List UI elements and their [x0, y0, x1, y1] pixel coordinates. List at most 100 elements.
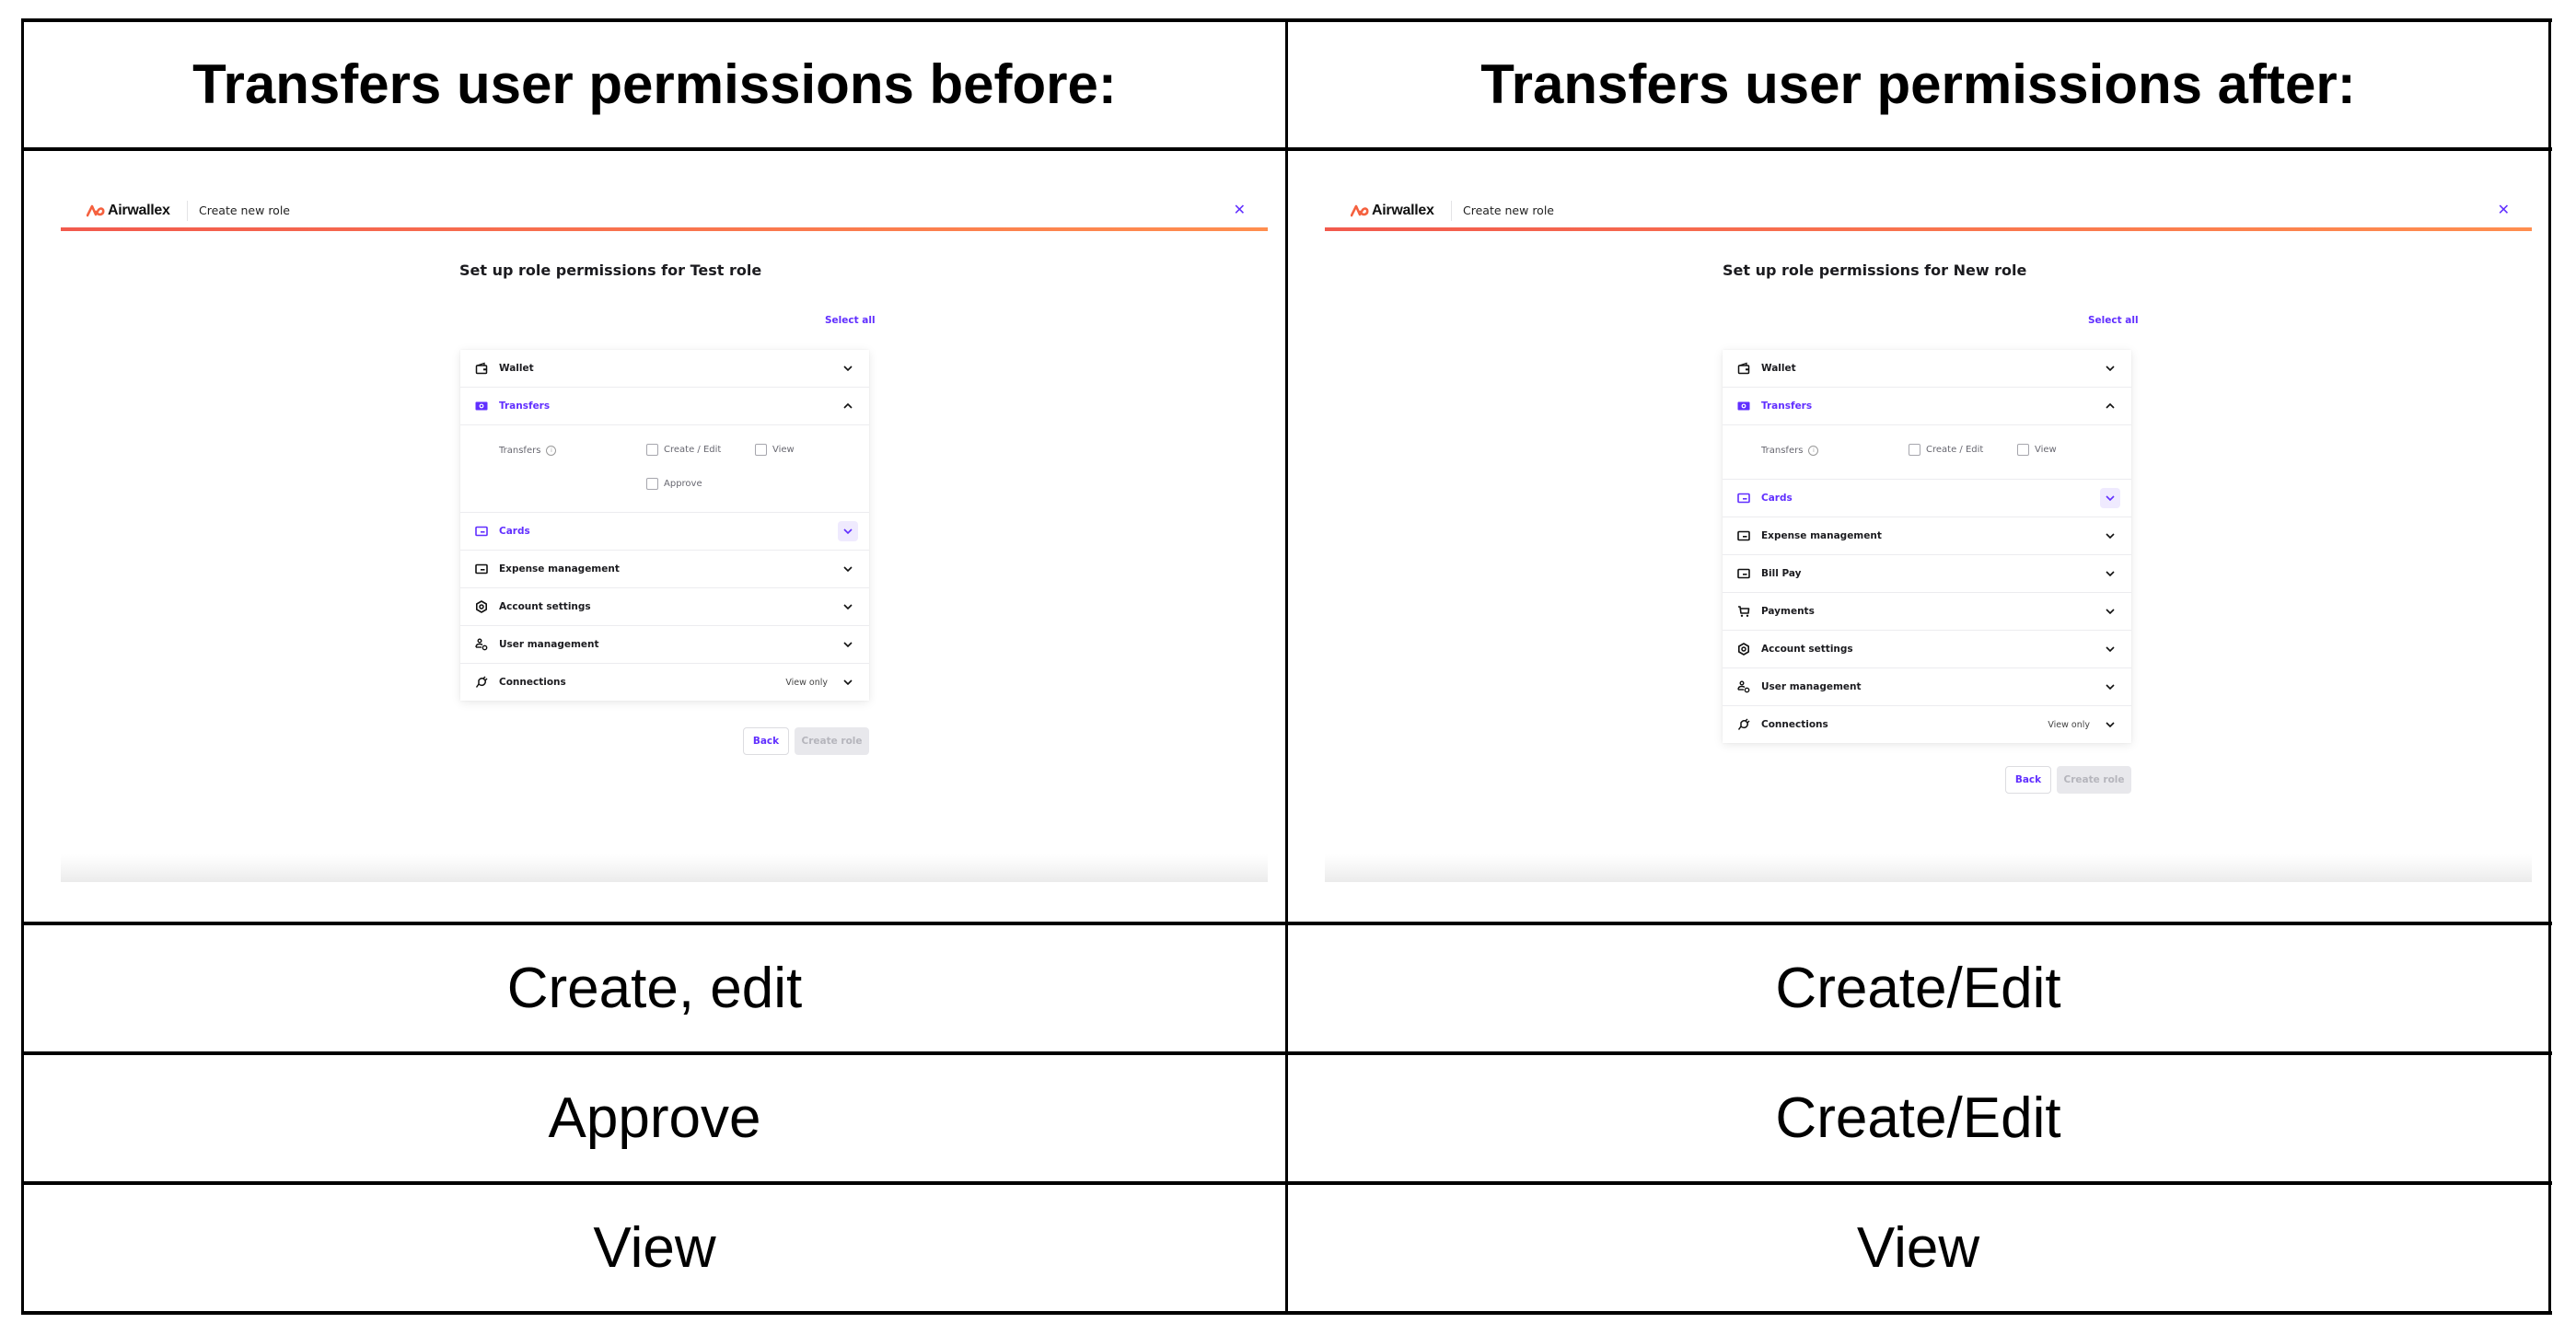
section-user-management[interactable]: User management — [1723, 668, 2131, 706]
chevron-down-icon[interactable] — [2100, 358, 2120, 378]
info-icon[interactable]: i — [546, 446, 557, 456]
chevron-down-icon[interactable] — [838, 521, 858, 541]
section-expense-management[interactable]: Expense management — [460, 551, 869, 588]
checkbox-create-edit[interactable]: Create / Edit — [1909, 444, 1983, 456]
section-user-management[interactable]: User management — [460, 626, 869, 664]
before-row-2: Approve — [548, 1086, 761, 1150]
section-account-settings[interactable]: Account settings — [460, 588, 869, 626]
expense-icon — [1737, 529, 1750, 542]
chevron-down-icon[interactable] — [2100, 488, 2120, 508]
checkbox-box[interactable] — [755, 444, 767, 456]
plug-icon — [1737, 718, 1750, 731]
app-top-bar: Airwallex Create new role ✕ — [61, 193, 1268, 228]
section-label: Expense management — [1761, 530, 1882, 541]
user-management-icon — [1737, 680, 1750, 693]
airwallex-logo: Airwallex — [1351, 203, 1434, 219]
permission-label: Transfers i — [499, 446, 557, 456]
section-label: Wallet — [1761, 363, 1796, 374]
chevron-down-icon[interactable] — [2100, 526, 2120, 546]
chevron-up-icon[interactable] — [2100, 396, 2120, 416]
section-payments[interactable]: Payments — [1723, 593, 2131, 631]
checkbox-box[interactable] — [646, 444, 658, 456]
transfers-icon — [475, 400, 488, 412]
before-row-3: View — [593, 1216, 716, 1280]
page-title: Set up role permissions for New role — [1723, 261, 2027, 279]
brand-accent-line — [61, 227, 1268, 231]
checkbox-box[interactable] — [1909, 444, 1920, 456]
section-label: Connections — [1761, 719, 1828, 730]
create-role-button[interactable]: Create role — [2057, 766, 2131, 794]
chevron-down-icon[interactable] — [2100, 677, 2120, 697]
section-account-settings[interactable]: Account settings — [1723, 631, 2131, 668]
bar-title: Create new role — [1463, 203, 1554, 217]
permissions-card: Wallet Transfers Transfers i Create / Ed… — [1723, 350, 2131, 743]
chevron-down-icon[interactable] — [2100, 601, 2120, 621]
permission-label-text: Transfers — [1761, 446, 1804, 456]
table-border-right — [2548, 18, 2551, 1315]
plug-icon — [475, 676, 488, 689]
section-expense-management[interactable]: Expense management — [1723, 517, 2131, 555]
section-cards[interactable]: Cards — [1723, 480, 2131, 517]
section-connections[interactable]: Connections View only — [460, 664, 869, 701]
section-transfers[interactable]: Transfers — [1723, 388, 2131, 425]
permission-label: Transfers i — [1761, 446, 1819, 456]
checkbox-label: Create / Edit — [1926, 445, 1984, 455]
close-icon[interactable]: ✕ — [1234, 201, 1246, 218]
checkbox-label: View — [2035, 445, 2057, 455]
wallet-icon — [475, 362, 488, 375]
select-all-link[interactable]: Select all — [825, 315, 876, 326]
view-only-badge: View only — [785, 677, 828, 688]
chevron-down-icon[interactable] — [838, 634, 858, 655]
chevron-down-icon[interactable] — [838, 672, 858, 692]
after-row-1: Create/Edit — [1775, 957, 2061, 1020]
header-after: Transfers user permissions after: — [1480, 53, 2356, 115]
settings-gear-icon — [475, 600, 488, 613]
section-transfers[interactable]: Transfers — [460, 388, 869, 425]
create-role-button[interactable]: Create role — [795, 727, 869, 755]
checkbox-box[interactable] — [2017, 444, 2029, 456]
section-wallet[interactable]: Wallet — [460, 350, 869, 388]
page-title: Set up role permissions for Test role — [459, 261, 762, 279]
back-button[interactable]: Back — [743, 727, 789, 755]
chevron-down-icon[interactable] — [2100, 714, 2120, 735]
checkbox-box[interactable] — [646, 478, 658, 490]
back-button[interactable]: Back — [2005, 766, 2051, 794]
chevron-up-icon[interactable] — [838, 396, 858, 416]
chevron-down-icon[interactable] — [838, 597, 858, 617]
chevron-down-icon[interactable] — [838, 358, 858, 378]
checkbox-create-edit[interactable]: Create / Edit — [646, 444, 721, 456]
chevron-down-icon[interactable] — [838, 559, 858, 579]
brand-name: Airwallex — [108, 203, 170, 218]
section-label: User management — [499, 639, 599, 650]
chevron-down-icon[interactable] — [2100, 563, 2120, 584]
section-label: Connections — [499, 677, 566, 688]
cart-icon — [1737, 605, 1750, 618]
header-before: Transfers user permissions before: — [192, 53, 1117, 115]
app-window: Airwallex Create new role ✕ Set up role … — [1288, 153, 2548, 921]
page-bottom-shadow — [1325, 854, 2532, 882]
brand-accent-line — [1325, 227, 2532, 231]
wallet-icon — [1737, 362, 1750, 375]
checkbox-view[interactable]: View — [755, 444, 795, 456]
checkbox-label: Create / Edit — [664, 445, 722, 455]
select-all-link[interactable]: Select all — [2088, 315, 2139, 326]
checkbox-view[interactable]: View — [2017, 444, 2057, 456]
section-connections[interactable]: Connections View only — [1723, 706, 2131, 743]
checkbox-label: View — [772, 445, 795, 455]
section-bill-pay[interactable]: Bill Pay — [1723, 555, 2131, 593]
expense-icon — [475, 563, 488, 575]
section-cards[interactable]: Cards — [460, 513, 869, 551]
checkbox-approve[interactable]: Approve — [646, 478, 702, 490]
screenshot-after: Airwallex Create new role ✕ Set up role … — [1288, 153, 2548, 921]
close-icon[interactable]: ✕ — [2498, 201, 2510, 218]
settings-gear-icon — [1737, 643, 1750, 656]
section-label: Bill Pay — [1761, 568, 1802, 579]
info-icon[interactable]: i — [1808, 446, 1819, 456]
bar-title: Create new role — [199, 203, 290, 217]
chevron-down-icon[interactable] — [2100, 639, 2120, 659]
app-window: Airwallex Create new role ✕ Set up role … — [24, 153, 1285, 921]
transfers-icon — [1737, 400, 1750, 412]
brand-name: Airwallex — [1372, 203, 1434, 218]
section-wallet[interactable]: Wallet — [1723, 350, 2131, 388]
section-label: Transfers — [1761, 400, 1813, 412]
